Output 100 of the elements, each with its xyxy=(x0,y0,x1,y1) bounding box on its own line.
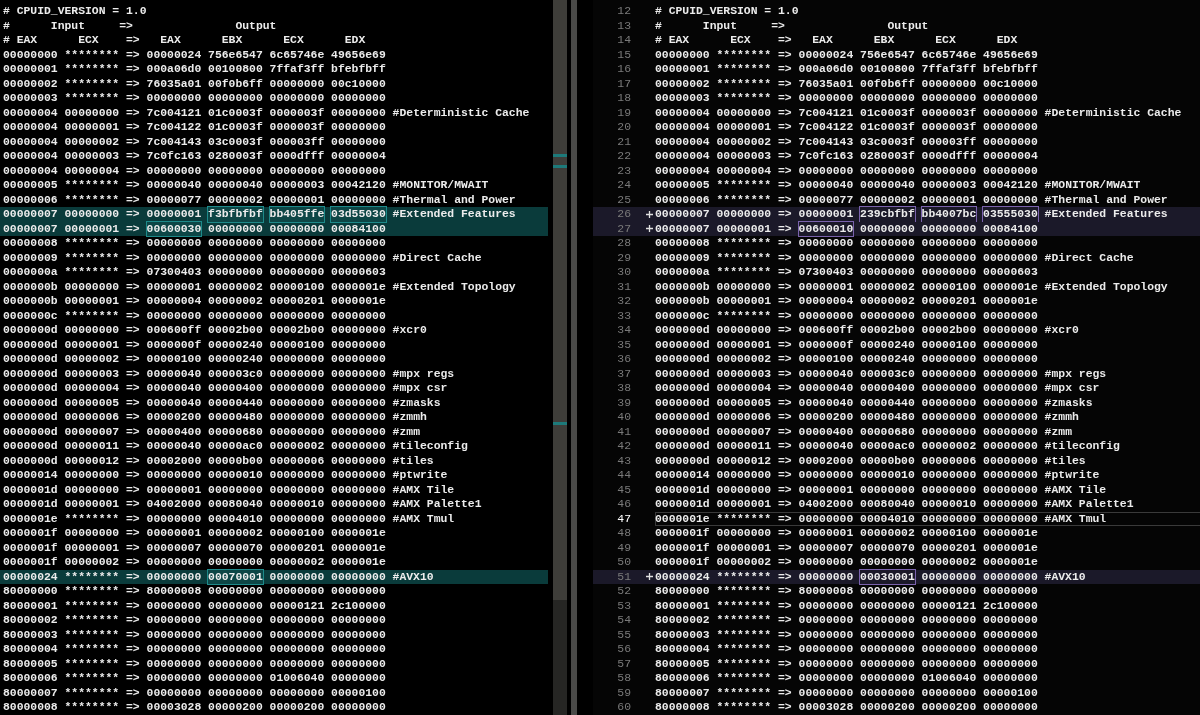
code-line: 80000002 ******** => 00000000 00000000 00000000 00000000 xyxy=(2,613,387,628)
code-line: 0000000b 00000000 => 00000001 00000002 00000100 0000001e #Extended Topology xyxy=(655,279,1169,294)
code-line: 00000005 ******** => 00000040 00000040 00000003 00042120 #MONITOR/MWAIT xyxy=(2,178,490,193)
line-number: 56 xyxy=(616,642,631,657)
line-number: 39 xyxy=(616,395,631,410)
code-line: 00000001 ******** => 000a06d0 00100800 7ffaf3ff bfebfbff xyxy=(2,62,387,77)
code-line: 80000007 ******** => 00000000 00000000 00000000 00000100 xyxy=(655,685,1039,700)
code-line: 0000000d 00000006 => 00000200 00000480 00000000 00000000 #zmmh xyxy=(2,410,428,425)
line-number: 53 xyxy=(616,598,631,613)
code-line: 80000005 ******** => 00000000 00000000 00000000 00000000 xyxy=(655,656,1039,671)
code-line: 0000001f 00000000 => 00000001 00000002 00000100 0000001e xyxy=(2,526,387,541)
code-line: 0000000d 00000001 => 0000000f 00000240 00000100 00000000 xyxy=(2,337,387,352)
line-number: 45 xyxy=(616,482,631,497)
line-number: 32 xyxy=(616,294,631,309)
line-number: 60 xyxy=(616,700,631,715)
line-number: 24 xyxy=(616,178,631,193)
line-number: 15 xyxy=(616,47,631,62)
code-line: 00000014 00000000 => 00000000 00000010 00000000 00000000 #ptwrite xyxy=(2,468,449,483)
line-number: 22 xyxy=(616,149,631,164)
code-line: 0000001e ******** => 00000000 00004010 00000000 00000000 #AMX Tmul xyxy=(2,511,456,526)
code-line: 0000000d 00000001 => 0000000f 00000240 00000100 00000000 xyxy=(655,337,1039,352)
code-line: 0000000a ******** => 07300403 00000000 00000000 00000603 xyxy=(655,265,1039,280)
code-line: 0000000d 00000004 => 00000040 00000400 00000000 00000000 #mpx csr xyxy=(2,381,449,396)
code-line: 80000008 ******** => 00003028 00000200 00000200 00000000 xyxy=(655,700,1039,715)
code-line: 0000000c ******** => 00000000 00000000 00000000 00000000 xyxy=(655,308,1039,323)
code-text: 00000007 00000000 => 00000001 xyxy=(655,207,854,222)
code-line: 0000001f 00000002 => 00000000 00000000 00000002 0000001e xyxy=(655,555,1039,570)
line-number: 27 xyxy=(616,221,631,236)
line-number: 18 xyxy=(616,91,631,106)
line-number: 50 xyxy=(616,555,631,570)
line-number: 52 xyxy=(616,584,631,599)
code-line: 80000005 ******** => 00000000 00000000 00000000 00000000 xyxy=(2,656,387,671)
code-line: 00000004 00000003 => 7c0fc163 0280003f 0000dfff 00000004 xyxy=(2,149,387,164)
code-line: # CPUID_VERSION = 1.0 xyxy=(655,4,800,19)
code-line: 0000000d 00000011 => 00000040 00000ac0 00000002 00000000 #tileconfig xyxy=(2,439,469,454)
changed-value: 00600010 xyxy=(798,221,854,236)
code-line: 00000006 ******** => 00000077 00000002 00000001 00000000 #Thermal and Power xyxy=(2,192,517,207)
code-line: 0000000d 00000005 => 00000040 00000440 00000000 00000000 #zmasks xyxy=(2,395,442,410)
code-line: 0000001f 00000000 => 00000001 00000002 00000100 0000001e xyxy=(655,526,1039,541)
line-number: 26 xyxy=(616,207,631,222)
changed-value: 00070001 xyxy=(208,569,263,584)
code-line: 80000006 ******** => 00000000 00000000 01006040 00000000 xyxy=(655,671,1039,686)
line-number: 29 xyxy=(616,250,631,265)
code-line: 80000007 ******** => 00000000 00000000 00000000 00000100 xyxy=(2,685,387,700)
code-line: 00000004 00000004 => 00000000 00000000 00000000 00000000 xyxy=(655,163,1039,178)
code-line: 00000004 00000001 => 7c004122 01c0003f 0000003f 00000000 xyxy=(655,120,1039,135)
code-line: 0000001d 00000000 => 00000001 00000000 00000000 00000000 #AMX Tile xyxy=(655,482,1108,497)
code-text: 00000007 00000001 => xyxy=(655,221,792,236)
code-line: 0000000b 00000000 => 00000001 00000002 00000100 0000001e #Extended Topology xyxy=(2,279,517,294)
line-number: 25 xyxy=(616,192,631,207)
code-line: 0000000d 00000002 => 00000100 00000240 00000000 00000000 xyxy=(2,352,387,367)
code-line: 0000001f 00000002 => 00000000 00000000 00000002 0000001e xyxy=(2,555,387,570)
code-line: 0000000d 00000007 => 00000400 00000680 00000000 00000000 #zmm xyxy=(2,424,421,439)
line-number: 47 xyxy=(616,511,631,526)
scroll-thumb[interactable] xyxy=(553,0,567,600)
line-number: 23 xyxy=(616,163,631,178)
code-line: # EAX ECX => EAX EBX ECX EDX xyxy=(2,33,367,48)
code-line: 80000004 ******** => 00000000 00000000 00000000 00000000 xyxy=(2,642,387,657)
code-line: 0000000d 00000012 => 00002000 00000b00 00000006 00000000 #tiles xyxy=(655,453,1087,468)
code-text: #Extended Features xyxy=(392,207,516,222)
code-line: # CPUID_VERSION = 1.0 xyxy=(2,4,148,19)
line-number: 55 xyxy=(616,627,631,642)
code-text: 00000000 00000000 00084100 xyxy=(208,221,386,236)
code-text: 00000024 ******** => 00000000 xyxy=(655,569,854,584)
code-line: 80000000 ******** => 80000008 00000000 00000000 00000000 xyxy=(2,584,387,599)
code-text: 00000000 00000000 #AVX10 xyxy=(921,569,1086,584)
code-line: 80000001 ******** => 00000000 00000000 00000121 2c100000 xyxy=(655,598,1039,613)
changed-value: bb4007bc xyxy=(921,207,977,222)
scrollbar[interactable] xyxy=(553,0,567,715)
code-line: 00000000 ******** => 00000024 756e6547 6c65746e 49656e69 xyxy=(2,47,387,62)
code-line: 00000004 00000001 => 7c004122 01c0003f 0000003f 00000000 xyxy=(2,120,387,135)
code-line: 00000006 ******** => 00000077 00000002 00000001 00000000 #Thermal and Power xyxy=(655,192,1169,207)
line-number: 17 xyxy=(616,76,631,91)
pane-splitter[interactable] xyxy=(571,0,577,715)
code-line: 00000009 ******** => 00000000 00000000 00000000 00000000 #Direct Cache xyxy=(2,250,483,265)
code-text: #Extended Features xyxy=(1044,207,1168,222)
code-line: 00000003 ******** => 00000000 00000000 00000000 00000000 xyxy=(655,91,1039,106)
changed-value: 03d55030 xyxy=(331,207,386,222)
code-line: 00000004 00000002 => 7c004143 03c0003f 000003ff 00000000 xyxy=(655,134,1039,149)
line-number: 30 xyxy=(616,265,631,280)
code-line: 0000000d 00000003 => 00000040 000003c0 00000000 00000000 #mpx regs xyxy=(2,366,456,381)
code-line: 0000000d 00000003 => 00000040 000003c0 00000000 00000000 #mpx regs xyxy=(655,366,1108,381)
changed-value: 00600030 xyxy=(146,221,202,236)
line-number: 34 xyxy=(616,323,631,338)
code-line: 00000003 ******** => 00000000 00000000 00000000 00000000 xyxy=(2,91,387,106)
code-text: 00000024 ******** => 00000000 xyxy=(3,569,202,584)
code-line: 80000004 ******** => 00000000 00000000 00000000 00000000 xyxy=(655,642,1039,657)
code-line: 80000003 ******** => 00000000 00000000 00000000 00000000 xyxy=(655,627,1039,642)
code-line: 00000014 00000000 => 00000000 00000010 00000000 00000000 #ptwrite xyxy=(655,468,1101,483)
code-line: # EAX ECX => EAX EBX ECX EDX xyxy=(655,33,1019,48)
code-line: 0000001e ******** => 00000000 00004010 00000000 00000000 #AMX Tmul xyxy=(655,511,1200,526)
line-number: 16 xyxy=(616,62,631,77)
code-line: 0000001f 00000001 => 00000007 00000070 00000201 0000001e xyxy=(655,540,1039,555)
plus-icon xyxy=(646,573,653,581)
code-line: 0000001d 00000000 => 00000001 00000000 00000000 00000000 #AMX Tile xyxy=(2,482,456,497)
line-number: 42 xyxy=(616,439,631,454)
line-number: 54 xyxy=(616,613,631,628)
changed-value: 239cbfbf xyxy=(860,207,915,222)
code-line: 80000001 ******** => 00000000 00000000 00000121 2c100000 xyxy=(2,598,387,613)
code-line: 0000000d 00000007 => 00000400 00000680 00000000 00000000 #zmm xyxy=(655,424,1073,439)
